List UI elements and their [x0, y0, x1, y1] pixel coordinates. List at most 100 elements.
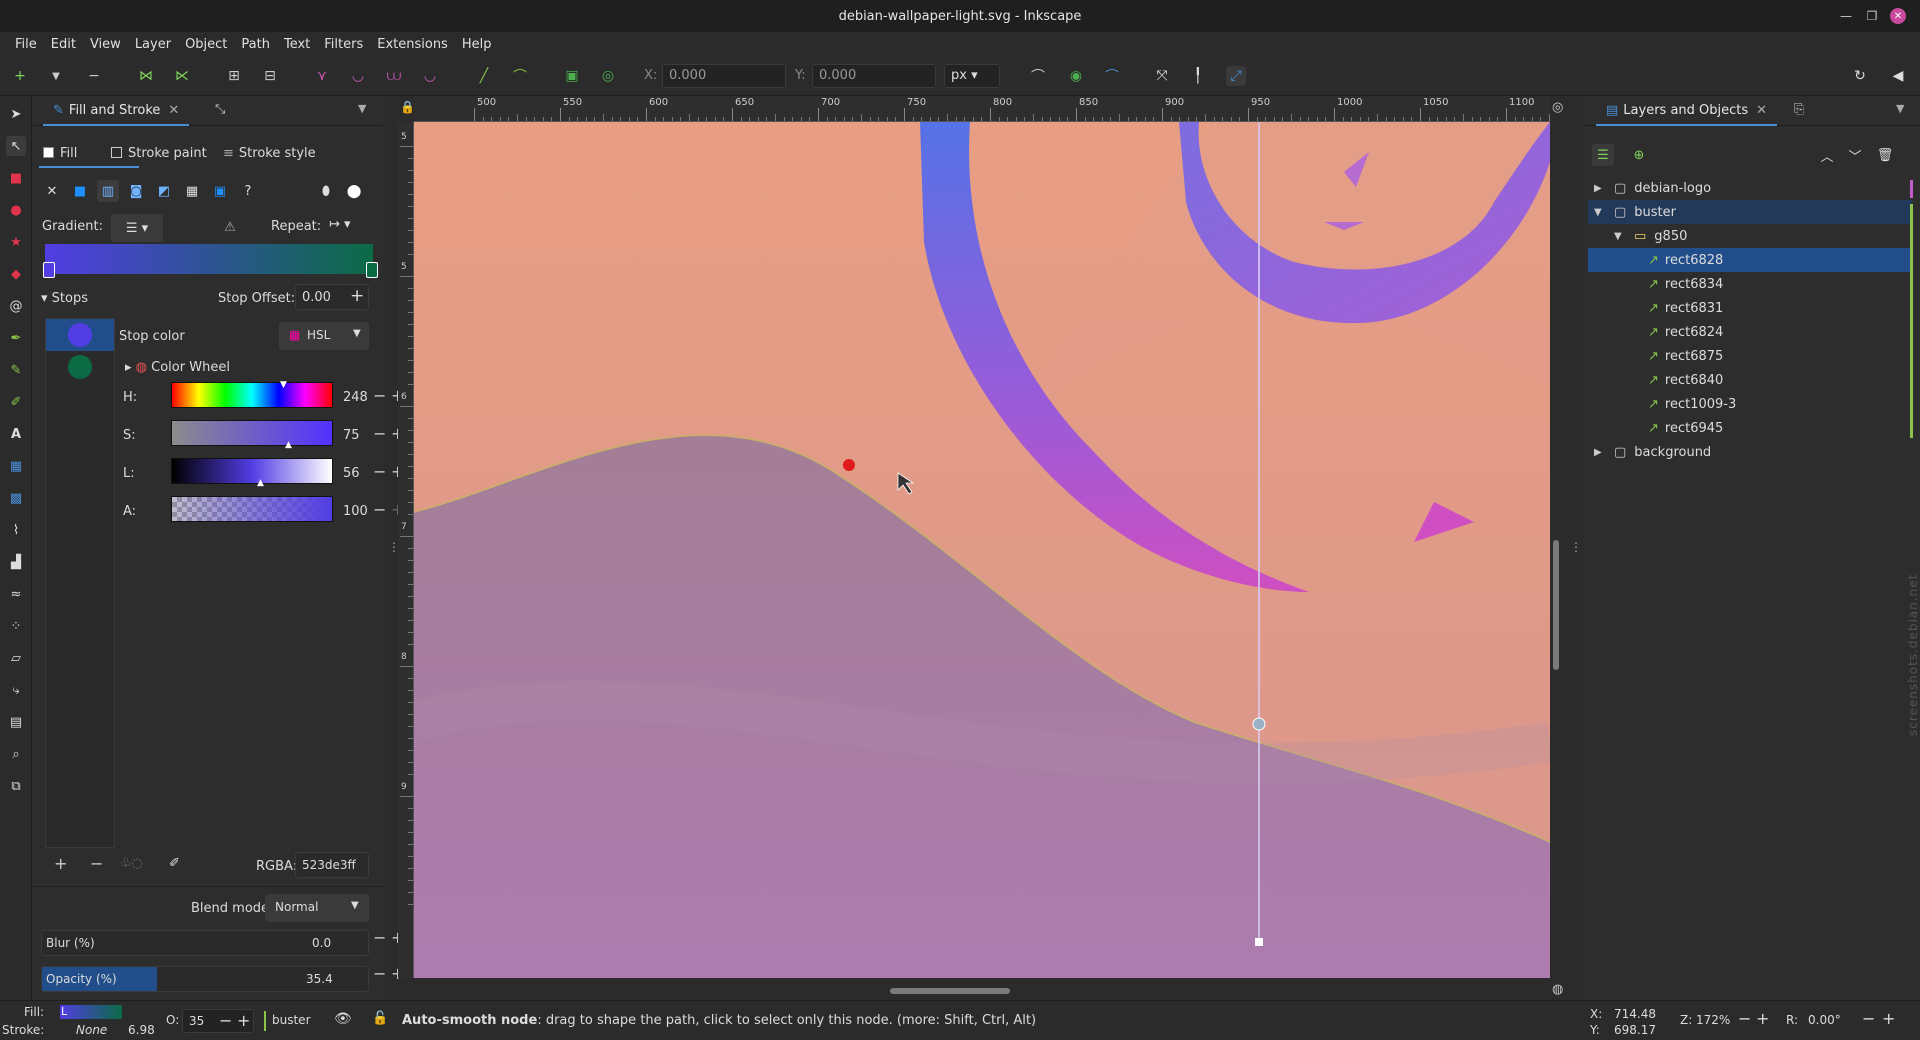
- layer-item-rect6840[interactable]: ↗ rect6840: [1588, 368, 1912, 392]
- color-wheel-expander[interactable]: ▸ ◍ Color Wheel: [125, 360, 230, 375]
- repeat-select[interactable]: ↦ ▾: [329, 217, 351, 232]
- tab-stroke-paint[interactable]: Stroke paint: [111, 146, 207, 161]
- layer-item-rect1009-3[interactable]: ↗ rect1009-3: [1588, 392, 1912, 416]
- auto-smooth-node-icon[interactable]: ◡: [420, 66, 440, 86]
- calligraphy-tool-icon[interactable]: ✐: [6, 392, 26, 412]
- gradient-stop-start[interactable]: [43, 262, 55, 278]
- object-properties-tab-icon[interactable]: ⤡: [215, 102, 225, 117]
- opacity-slider[interactable]: Opacity (%) 35.4: [41, 966, 369, 992]
- collapse-icon[interactable]: ▼: [1594, 207, 1608, 218]
- layer-item-buster[interactable]: ▼ ▢ buster: [1588, 200, 1912, 224]
- stop-offset-increment-icon[interactable]: +: [350, 286, 364, 306]
- flat-color-icon[interactable]: ■: [69, 180, 91, 202]
- join-segment-icon[interactable]: ⊞: [224, 66, 244, 86]
- line-segment-icon[interactable]: ╱: [474, 66, 494, 86]
- layer-lock-icon[interactable]: 🔓: [372, 1011, 388, 1026]
- l-value[interactable]: 56: [343, 466, 360, 481]
- move-up-icon[interactable]: ︿: [1816, 144, 1838, 166]
- rect-tool-icon[interactable]: ■: [6, 168, 26, 188]
- delete-segment-icon[interactable]: ⊟: [260, 66, 280, 86]
- document-properties-icon[interactable]: ⎘: [1794, 102, 1804, 117]
- color-mode-select[interactable]: ▦ HSL ▼: [279, 322, 369, 350]
- curve-segment-icon[interactable]: ⌒: [510, 66, 530, 86]
- cusp-node-icon[interactable]: ⋎: [312, 66, 332, 86]
- delete-layer-icon[interactable]: 🗑: [1874, 144, 1896, 166]
- layer-item-rect6875[interactable]: ↗ rect6875: [1588, 344, 1912, 368]
- lightness-slider[interactable]: [171, 458, 333, 484]
- expand-icon[interactable]: ▶: [1594, 447, 1608, 458]
- h-decrement-icon[interactable]: −: [373, 386, 386, 405]
- color-picker-icon[interactable]: ✐: [169, 856, 180, 871]
- menu-file[interactable]: File: [8, 37, 44, 52]
- selector-tool-icon[interactable]: ➤: [6, 104, 26, 124]
- canvas[interactable]: [414, 122, 1550, 978]
- tab-fill-and-stroke[interactable]: ✎ Fill and Stroke ✕: [43, 96, 190, 126]
- spiral-tool-icon[interactable]: @: [6, 296, 26, 316]
- smooth-node-icon[interactable]: ◡: [348, 66, 368, 86]
- gradient-preview[interactable]: [45, 244, 373, 274]
- join-nodes-icon[interactable]: ⋈: [136, 66, 156, 86]
- alpha-slider[interactable]: [171, 496, 333, 522]
- collapse-icon[interactable]: ▼: [1614, 231, 1628, 242]
- close-icon[interactable]: ✕: [1890, 8, 1906, 24]
- menu-help[interactable]: Help: [455, 37, 499, 52]
- tab-layers-and-objects[interactable]: ▤ Layers and Objects ✕: [1596, 96, 1778, 126]
- panel-menu-icon[interactable]: ▼: [358, 102, 366, 115]
- horizontal-scrollbar[interactable]: [890, 988, 1010, 994]
- minimize-icon[interactable]: —: [1838, 8, 1854, 24]
- 3dbox-tool-icon[interactable]: ◆: [6, 264, 26, 284]
- menu-filters[interactable]: Filters: [317, 37, 370, 52]
- measure-tool-icon[interactable]: ⧉: [6, 776, 26, 796]
- eraser-tool-icon[interactable]: ▱: [6, 648, 26, 668]
- layer-item-rect6834[interactable]: ↗ rect6834: [1588, 272, 1912, 296]
- radial-gradient-icon[interactable]: ◙: [125, 180, 147, 202]
- right-dock-handle-icon[interactable]: ⋮: [1570, 540, 1582, 554]
- menu-layer[interactable]: Layer: [128, 37, 178, 52]
- gradient-tool-icon[interactable]: ▦: [6, 456, 26, 476]
- no-paint-icon[interactable]: ✕: [41, 180, 63, 202]
- s-value[interactable]: 75: [343, 428, 360, 443]
- stop-offset-field[interactable]: 0.00 +: [295, 284, 369, 310]
- l-decrement-icon[interactable]: −: [373, 462, 386, 481]
- pages-tool-icon[interactable]: ▤: [6, 712, 26, 732]
- remove-stop-icon[interactable]: −: [90, 854, 103, 873]
- x-field[interactable]: 0.000: [662, 64, 786, 88]
- opacity-decrement-icon[interactable]: −: [373, 964, 386, 983]
- snap-popover-icon[interactable]: ◀: [1888, 66, 1908, 86]
- linear-gradient-icon[interactable]: ▥: [97, 180, 119, 202]
- stop-row[interactable]: [46, 351, 114, 383]
- saturation-slider[interactable]: [171, 420, 333, 446]
- connector-tool-icon[interactable]: ⤷: [6, 680, 26, 700]
- edit-mask-icon[interactable]: ╿: [1188, 66, 1208, 86]
- zoom-value[interactable]: 172%: [1696, 1013, 1730, 1027]
- menu-path[interactable]: Path: [234, 37, 277, 52]
- mesh-tool-icon[interactable]: ▩: [6, 488, 26, 508]
- rotate-ccw-icon[interactable]: −: [1862, 1009, 1875, 1028]
- pattern-icon[interactable]: ▦: [181, 180, 203, 202]
- object-to-path-icon[interactable]: ▣: [562, 66, 582, 86]
- stroke-to-path-icon[interactable]: ◎: [598, 66, 618, 86]
- layer-item-rect6824[interactable]: ↗ rect6824: [1588, 320, 1912, 344]
- stops-expander[interactable]: ▾ Stops: [41, 291, 88, 306]
- menu-edit[interactable]: Edit: [44, 37, 83, 52]
- maximize-icon[interactable]: ❐: [1864, 8, 1880, 24]
- layer-item-debian-logo[interactable]: ▶ ▢ debian-logo: [1588, 176, 1912, 200]
- edit-clip-icon[interactable]: ⤧: [1152, 66, 1172, 86]
- text-tool-icon[interactable]: A: [6, 424, 26, 444]
- rotate-cw-icon[interactable]: +: [1882, 1009, 1895, 1028]
- gradient-select[interactable]: ☰ ▾: [111, 214, 163, 242]
- zoom-out-icon[interactable]: −: [1738, 1009, 1751, 1028]
- ellipse-tool-icon[interactable]: ●: [6, 200, 26, 220]
- snap-path-icon[interactable]: ⤢: [1226, 66, 1246, 86]
- a-decrement-icon[interactable]: −: [373, 500, 386, 519]
- left-dock-handle-icon[interactable]: ⋮: [388, 540, 400, 554]
- gradient-stop-end[interactable]: [366, 262, 378, 278]
- dropper-tool-icon[interactable]: ⌇: [6, 520, 26, 540]
- pencil-tool-icon[interactable]: ✎: [6, 360, 26, 380]
- layers-panel-menu-icon[interactable]: ▼: [1896, 102, 1904, 115]
- close-layers-tab-icon[interactable]: ✕: [1756, 103, 1767, 118]
- lock-guides-icon[interactable]: 🔒: [400, 100, 415, 114]
- fill-swatch[interactable]: L: [60, 1005, 122, 1019]
- add-stop-icon[interactable]: +: [54, 854, 67, 873]
- close-tab-icon[interactable]: ✕: [168, 103, 179, 118]
